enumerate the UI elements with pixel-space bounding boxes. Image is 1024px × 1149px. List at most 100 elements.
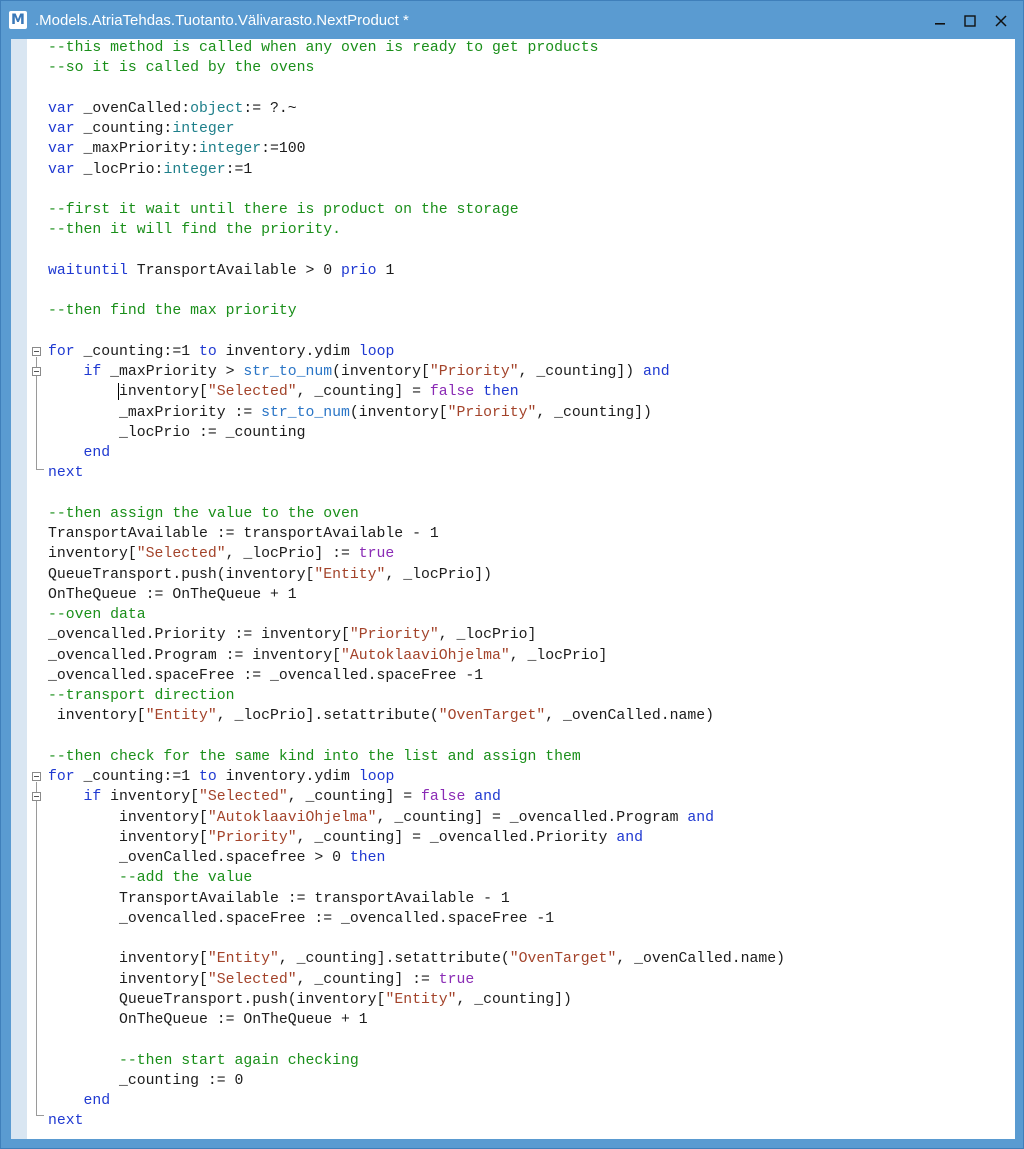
code-text[interactable]: --this method is called when any oven is… — [48, 39, 1015, 1132]
code-line[interactable] — [48, 484, 1015, 504]
code-line[interactable]: _maxPriority := str_to_num(inventory["Pr… — [48, 403, 1015, 423]
code-line[interactable]: inventory["Selected", _locPrio] := true — [48, 544, 1015, 564]
code-token: inventory.ydim — [216, 769, 359, 785]
code-token: inventory[ — [48, 951, 208, 968]
code-line[interactable]: QueueTransport.push(inventory["Entity", … — [48, 565, 1015, 585]
code-line[interactable]: _ovencalled.Program := inventory["Autokl… — [48, 646, 1015, 666]
code-line[interactable] — [48, 241, 1015, 261]
code-token: TransportAvailable := transportAvailable… — [48, 526, 439, 542]
code-line[interactable]: QueueTransport.push(inventory["Entity", … — [48, 990, 1015, 1010]
code-token: integer — [163, 161, 226, 178]
code-line[interactable] — [48, 1030, 1015, 1050]
fold-toggle-icon[interactable] — [32, 367, 41, 376]
code-line[interactable]: OnTheQueue := OnTheQueue + 1 — [48, 1010, 1015, 1030]
code-line[interactable]: inventory["Entity", _locPrio].setattribu… — [48, 706, 1015, 726]
code-line[interactable]: _ovencalled.spaceFree := _ovencalled.spa… — [48, 909, 1015, 929]
code-line[interactable]: var _maxPriority:integer:=100 — [48, 139, 1015, 159]
code-line[interactable] — [48, 727, 1015, 747]
code-token: _locPrio: — [74, 161, 164, 178]
code-line[interactable]: var _locPrio:integer:=1 — [48, 160, 1015, 180]
code-editor[interactable]: --this method is called when any oven is… — [11, 39, 1015, 1139]
code-line[interactable]: if inventory["Selected", _counting] = fa… — [48, 787, 1015, 807]
code-line[interactable]: inventory["Entity", _counting].setattrib… — [48, 949, 1015, 969]
code-token: , _counting] = _ovencalled.Priority — [296, 829, 617, 846]
code-line[interactable]: inventory["AutoklaaviOhjelma", _counting… — [48, 808, 1015, 828]
code-line[interactable]: _locPrio := _counting — [48, 423, 1015, 443]
code-line[interactable]: for _counting:=1 to inventory.ydim loop — [48, 767, 1015, 787]
code-token: inventory.ydim — [216, 343, 359, 360]
code-line[interactable]: inventory["Selected", _counting] = false… — [48, 382, 1015, 402]
fold-toggle-icon[interactable] — [32, 792, 41, 801]
close-button[interactable] — [986, 7, 1016, 35]
code-line[interactable]: for _counting:=1 to inventory.ydim loop — [48, 342, 1015, 362]
code-line[interactable]: --add the value — [48, 868, 1015, 888]
fold-toggle-icon[interactable] — [32, 347, 41, 356]
code-line[interactable]: var _counting:integer — [48, 119, 1015, 139]
code-line[interactable]: --then check for the same kind into the … — [48, 747, 1015, 767]
code-token: "Priority" — [207, 829, 297, 846]
code-line[interactable]: TransportAvailable := transportAvailable… — [48, 524, 1015, 544]
maximize-button[interactable] — [955, 7, 985, 35]
code-line[interactable]: --then start again checking — [48, 1051, 1015, 1071]
minimize-button[interactable] — [925, 7, 955, 35]
code-token: , _locPrio] := — [225, 546, 359, 563]
code-line[interactable]: --then find the max priority — [48, 301, 1015, 321]
code-line[interactable]: inventory["Selected", _counting] := true — [48, 970, 1015, 990]
code-line[interactable] — [48, 322, 1015, 342]
close-icon — [995, 15, 1007, 27]
code-token: , _counting].setattribute( — [278, 951, 510, 968]
code-line[interactable]: next — [48, 463, 1015, 483]
code-line[interactable]: _ovenCalled.spacefree > 0 then — [48, 848, 1015, 868]
code-line[interactable]: _counting := 0 — [48, 1071, 1015, 1091]
maximize-icon — [964, 15, 976, 27]
code-line[interactable]: --this method is called when any oven is… — [48, 39, 1015, 58]
fold-guide — [36, 1115, 44, 1116]
code-token: _maxPriority: — [74, 141, 199, 158]
code-line[interactable] — [48, 929, 1015, 949]
code-token: "Entity" — [145, 708, 217, 725]
code-line[interactable]: --so it is called by the ovens — [48, 58, 1015, 78]
title-bar[interactable]: M .Models.AtriaTehdas.Tuotanto.Välivaras… — [1, 1, 1023, 39]
code-line[interactable]: var _ovenCalled:object:= ?.~ — [48, 99, 1015, 119]
code-line[interactable]: if _maxPriority > str_to_num(inventory["… — [48, 362, 1015, 382]
code-line[interactable]: --first it wait until there is product o… — [48, 200, 1015, 220]
code-token: , _counting]) — [518, 364, 643, 380]
code-token: inventory[ — [48, 708, 146, 725]
code-line[interactable]: --transport direction — [48, 686, 1015, 706]
code-token: inventory[ — [48, 384, 208, 401]
fold-toggle-icon[interactable] — [32, 772, 41, 781]
code-line[interactable]: TransportAvailable := transportAvailable… — [48, 889, 1015, 909]
code-token: for — [48, 343, 75, 360]
code-token: "Entity" — [385, 991, 457, 1008]
code-line[interactable]: --oven data — [48, 605, 1015, 625]
code-line[interactable] — [48, 180, 1015, 200]
code-token: , _counting]) — [456, 991, 572, 1008]
code-line[interactable]: next — [48, 1111, 1015, 1131]
code-line[interactable]: inventory["Priority", _counting] = _oven… — [48, 828, 1015, 848]
code-token: end — [83, 445, 111, 461]
code-line[interactable]: end — [48, 1091, 1015, 1111]
code-line[interactable] — [48, 281, 1015, 301]
code-token: , _counting] = — [287, 789, 421, 806]
code-line[interactable]: waituntil TransportAvailable > 0 prio 1 — [48, 261, 1015, 281]
code-token: "AutoklaaviOhjelma" — [207, 809, 377, 826]
window-title: .Models.AtriaTehdas.Tuotanto.Välivarasto… — [35, 12, 409, 29]
code-token: to — [198, 769, 217, 785]
code-line[interactable]: --then it will find the priority. — [48, 220, 1015, 240]
code-line[interactable]: --then assign the value to the oven — [48, 504, 1015, 524]
code-line[interactable] — [48, 79, 1015, 99]
code-token: and — [616, 829, 643, 846]
code-line[interactable]: end — [48, 443, 1015, 463]
code-token: next — [48, 465, 84, 482]
code-line[interactable]: OnTheQueue := OnTheQueue + 1 — [48, 585, 1015, 605]
code-line[interactable]: _ovencalled.Priority := inventory["Prior… — [48, 625, 1015, 645]
code-token: var — [48, 121, 75, 137]
app-logo-icon: M — [9, 11, 27, 29]
code-token: "AutoklaaviOhjelma" — [341, 647, 510, 664]
code-line[interactable]: _ovencalled.spaceFree := _ovencalled.spa… — [48, 666, 1015, 686]
code-token: and — [687, 809, 714, 826]
